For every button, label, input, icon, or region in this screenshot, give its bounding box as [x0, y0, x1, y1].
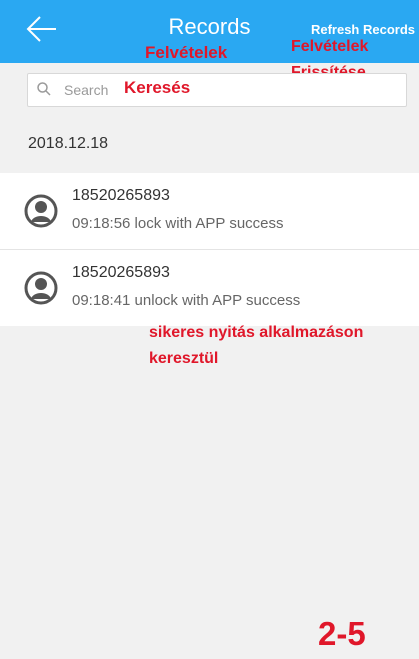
user-avatar-icon [24, 271, 58, 305]
user-avatar-icon [24, 194, 58, 228]
record-detail: 09:18:41 unlock with APP success [72, 292, 301, 309]
record-phone: 18520265893 [72, 264, 170, 281]
search-input[interactable]: Search [27, 73, 407, 107]
annotation-title: Felvételek [145, 43, 228, 62]
annotation-refresh-line1: Felvételek [291, 38, 369, 55]
refresh-records-button[interactable]: Refresh Records [311, 22, 415, 37]
page-number: 2-5 [318, 615, 366, 652]
search-icon [37, 82, 51, 96]
search-placeholder: Search [64, 82, 109, 98]
record-item[interactable]: 18520265893 09:18:56 lock with APP succe… [0, 173, 419, 249]
annotation-detail: sikeres nyitás alkalmazáson keresztül [149, 320, 419, 372]
records-list: 18520265893 09:18:56 lock with APP succe… [0, 173, 419, 326]
date-group-header: 2018.12.18 [28, 135, 109, 152]
record-detail: 09:18:56 lock with APP success [72, 215, 284, 232]
annotation-detail-line2: keresztül [149, 350, 219, 367]
annotation-search: Keresés [124, 78, 191, 97]
record-item[interactable]: 18520265893 09:18:41 unlock with APP suc… [0, 249, 419, 326]
record-phone: 18520265893 [72, 187, 170, 204]
annotation-detail-line1: sikeres nyitás alkalmazáson [149, 324, 364, 341]
